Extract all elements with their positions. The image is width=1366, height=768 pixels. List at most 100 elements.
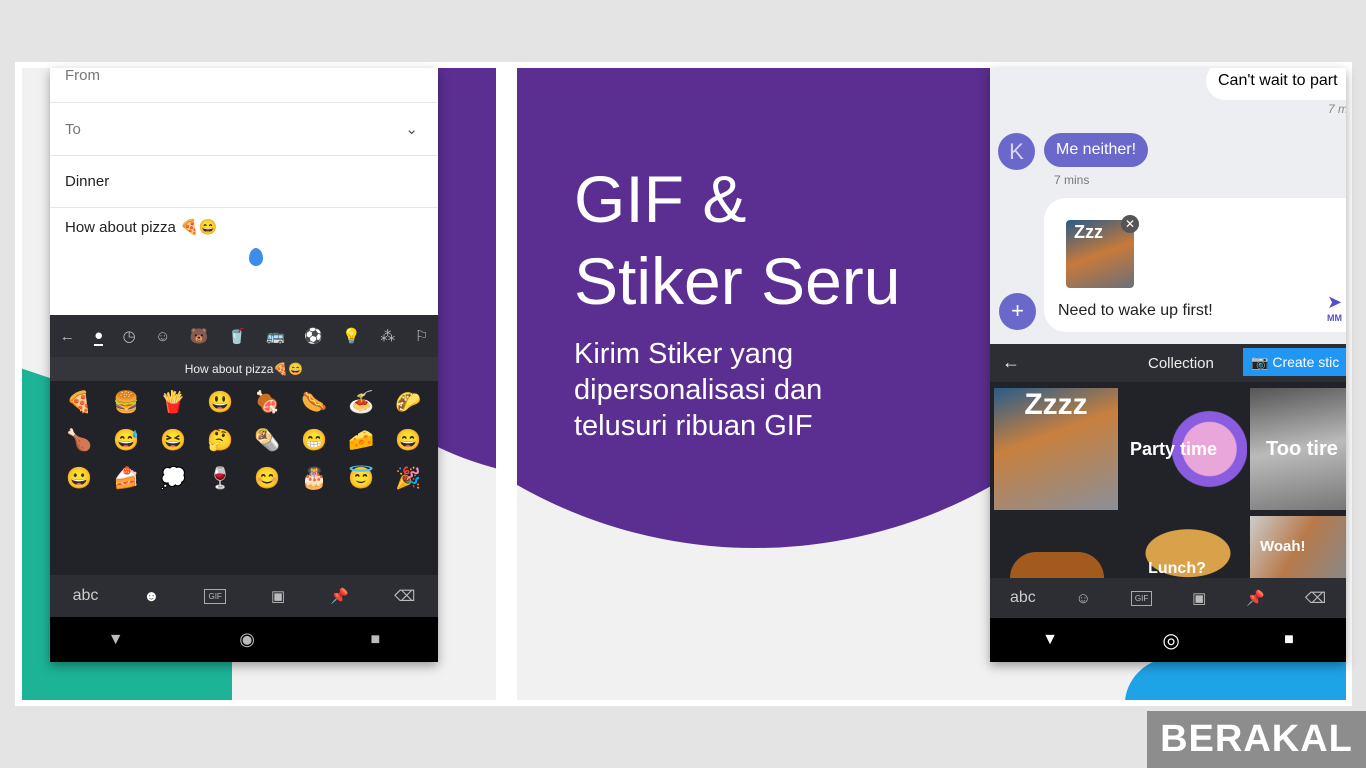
- emoji-key[interactable]: 🤔: [197, 429, 244, 453]
- emoji-key[interactable]: 😊: [244, 467, 291, 491]
- chevron-down-icon[interactable]: ⌄: [405, 103, 418, 156]
- message-input[interactable]: Need to wake up first!: [1058, 302, 1213, 320]
- activities-category-icon[interactable]: ⚽: [304, 327, 323, 345]
- emoji-key[interactable]: 🌯: [244, 429, 291, 453]
- emoji-key[interactable]: 🍟: [150, 391, 197, 415]
- gif-tab-icon[interactable]: GIF: [1130, 590, 1153, 606]
- recents-nav-icon[interactable]: ■: [371, 631, 381, 649]
- home-nav-icon[interactable]: ◉: [239, 629, 255, 650]
- emoji-key[interactable]: 💭: [150, 467, 197, 491]
- camera-icon: 📷: [1251, 354, 1269, 370]
- emoji-keyboard: ← ● ◷ ☺ 🐻 🥤 🚌 ⚽ 💡 ⁂ ⚐ How about pizza🍕😄 …: [50, 315, 438, 662]
- recent-category-icon[interactable]: ◷: [123, 327, 136, 345]
- sticker-too-tired[interactable]: Too tire: [1250, 388, 1346, 510]
- emoji-key[interactable]: 🌭: [291, 391, 338, 415]
- back-arrow-icon[interactable]: ←: [60, 328, 75, 345]
- send-label: MM: [1327, 313, 1343, 323]
- emoji-key[interactable]: 🍷: [197, 467, 244, 491]
- travel-category-icon[interactable]: 🚌: [266, 327, 285, 345]
- backspace-icon[interactable]: ⌫: [1305, 589, 1326, 607]
- to-field[interactable]: To ⌄: [50, 103, 438, 156]
- avatar[interactable]: K: [998, 133, 1035, 170]
- sticker-tab-icon[interactable]: ▣: [271, 587, 285, 605]
- emoji-category-bar: ← ● ◷ ☺ 🐻 🥤 🚌 ⚽ 💡 ⁂ ⚐: [50, 315, 438, 357]
- emoji-key[interactable]: 🌮: [385, 391, 432, 415]
- sticker-lunch[interactable]: Lunch?: [1122, 516, 1232, 578]
- create-sticker-button[interactable]: 📷 Create stic: [1243, 348, 1346, 376]
- send-button[interactable]: ➤ MM: [1327, 293, 1343, 326]
- pin-icon[interactable]: 📌: [330, 587, 349, 605]
- suggestion-strip[interactable]: How about pizza🍕😄: [50, 357, 438, 381]
- sticker-keyboard: ← Collection 📷 Create stic Zzzz Party ti…: [990, 344, 1346, 662]
- sticker-doghouse[interactable]: [1010, 552, 1104, 578]
- collection-label: Collection: [1148, 355, 1214, 372]
- emoji-key[interactable]: 🍰: [103, 467, 150, 491]
- promo-subtitle: Kirim Stiker yang dipersonalisasi dan te…: [574, 336, 822, 444]
- back-nav-icon[interactable]: ▼: [1042, 631, 1058, 649]
- outgoing-message: Can't wait to part: [1206, 68, 1346, 100]
- add-attachment-button[interactable]: +: [999, 293, 1036, 330]
- emoji-key[interactable]: 🍖: [244, 391, 291, 415]
- android-nav-bar: ▼ ◉ ■: [50, 617, 438, 662]
- abc-button[interactable]: abc: [1010, 589, 1036, 607]
- title-line: GIF &: [574, 162, 747, 236]
- pin-icon[interactable]: 📌: [1246, 589, 1265, 607]
- title-line: Stiker Seru: [574, 244, 901, 318]
- incoming-message: Me neither!: [1044, 133, 1149, 167]
- abc-button[interactable]: abc: [73, 587, 99, 605]
- subtitle-line: Kirim Stiker yang: [574, 338, 794, 370]
- keyboard-bottom-bar: abc ☻ GIF ▣ 📌 ⌫: [50, 575, 438, 617]
- flags-category-icon[interactable]: ⚐: [415, 327, 428, 345]
- outgoing-timestamp: 7 m: [1328, 102, 1346, 116]
- animals-category-icon[interactable]: 🐻: [190, 327, 209, 345]
- emoji-tab-icon[interactable]: ☺: [1076, 590, 1091, 607]
- create-sticker-label: Create stic: [1272, 354, 1340, 370]
- promo-title: GIF & Stiker Seru: [574, 158, 900, 322]
- emoji-key[interactable]: 🎂: [291, 467, 338, 491]
- emoji-tab-icon[interactable]: ☻: [144, 588, 160, 605]
- emoji-key[interactable]: 😆: [150, 429, 197, 453]
- text-cursor-handle[interactable]: [249, 248, 263, 266]
- from-label: From: [65, 68, 100, 84]
- emoji-key[interactable]: 😅: [103, 429, 150, 453]
- messaging-phone: Can't wait to part 7 m K Me neither! 7 m…: [990, 68, 1346, 662]
- emoji-key[interactable]: 🧀: [338, 429, 385, 453]
- sticker-tab-icon[interactable]: ▣: [1192, 589, 1206, 607]
- from-field[interactable]: From: [50, 68, 438, 103]
- gif-tab-icon[interactable]: GIF: [204, 588, 226, 604]
- body-field[interactable]: How about pizza 🍕😄: [65, 218, 217, 236]
- subject-field[interactable]: Dinner: [50, 156, 438, 208]
- objects-category-icon[interactable]: 💡: [342, 327, 361, 345]
- sticker-zzzz[interactable]: Zzzz: [994, 388, 1118, 510]
- emoji-key[interactable]: 😇: [338, 467, 385, 491]
- recents-nav-icon[interactable]: ■: [1284, 631, 1294, 649]
- food-category-icon[interactable]: 🥤: [228, 327, 247, 345]
- emoji-key[interactable]: 🍗: [56, 429, 103, 453]
- emoji-key[interactable]: 😀: [56, 467, 103, 491]
- symbols-category-icon[interactable]: ⁂: [380, 327, 395, 345]
- subtitle-line: dipersonalisasi dan: [574, 374, 823, 406]
- emoji-key[interactable]: 😁: [291, 429, 338, 453]
- compose-box[interactable]: Zzz ✕ Need to wake up first! ➤ MM: [1044, 198, 1346, 332]
- sticker-party-time[interactable]: Party time: [1122, 388, 1247, 510]
- smileys-category-icon[interactable]: ☺: [155, 328, 170, 345]
- emoji-key[interactable]: 😄: [385, 429, 432, 453]
- emoji-key[interactable]: 🎉: [385, 467, 432, 491]
- to-label: To: [65, 121, 81, 138]
- emoji-key[interactable]: 🍕: [56, 391, 103, 415]
- emoji-grid: 🍕 🍔 🍟 😃 🍖 🌭 🍝 🌮 🍗 😅 😆 🤔 🌯 😁 🧀 😄 😀 🍰 💭 🍷 😊 🎂 😇 🎉: [50, 381, 438, 501]
- remove-attachment-icon[interactable]: ✕: [1121, 215, 1139, 233]
- back-nav-icon[interactable]: ▼: [108, 631, 124, 649]
- backspace-icon[interactable]: ⌫: [394, 587, 415, 605]
- home-nav-icon[interactable]: ◎: [1162, 628, 1179, 653]
- blue-shape: [1125, 658, 1346, 700]
- incoming-timestamp: 7 mins: [1054, 173, 1090, 187]
- emoji-key[interactable]: 🍔: [103, 391, 150, 415]
- back-arrow-icon[interactable]: ←: [1002, 352, 1020, 373]
- sticker-woah[interactable]: Woah!: [1250, 516, 1346, 578]
- email-phone: From To ⌄ Dinner How about pizza 🍕😄 ← ● ◷…: [50, 68, 438, 662]
- sticker-header: ← Collection 📷 Create stic: [990, 344, 1346, 382]
- emoji-key[interactable]: 🍝: [338, 391, 385, 415]
- people-category-icon[interactable]: ●: [94, 327, 104, 346]
- emoji-key[interactable]: 😃: [197, 391, 244, 415]
